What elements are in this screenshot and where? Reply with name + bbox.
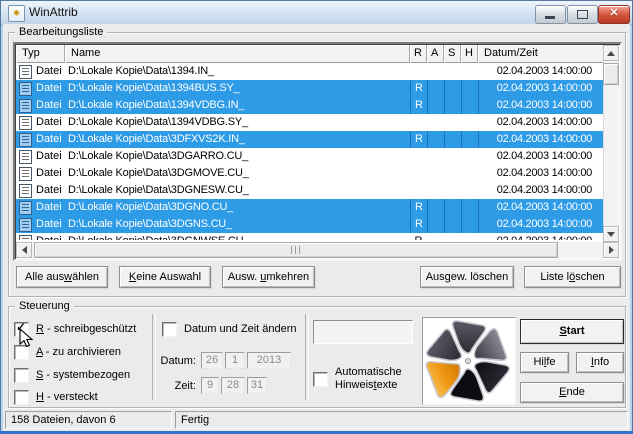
scroll-left-button[interactable] — [16, 242, 32, 258]
time-minute-field[interactable]: 28 — [221, 377, 245, 394]
exit-button[interactable]: Ende — [520, 382, 624, 403]
scroll-down-button[interactable] — [603, 226, 619, 242]
checkbox-hidden[interactable]: ✓ H - versteckt — [14, 390, 98, 405]
checkbox-readonly[interactable]: ✓ R - schreibgeschützt — [14, 322, 136, 337]
table-row[interactable]: DateiD:\Lokale Kopie\Data\1394VDBG.IN_R0… — [16, 97, 603, 114]
column-header-datum-zeit[interactable]: Datum/Zeit — [478, 45, 603, 63]
file-icon — [19, 116, 32, 130]
select-all-button[interactable]: Alle auswählen — [16, 266, 108, 288]
file-icon — [19, 99, 32, 113]
time-label: Zeit: — [156, 380, 196, 392]
status-bar: 158 Dateien, davon 6 ausgewählt Fertig — [3, 409, 630, 431]
column-header-typ[interactable]: Typ — [16, 45, 65, 63]
list-header: Typ Name R A S H Datum/Zeit — [16, 45, 603, 63]
checkbox-box: ✓ — [14, 368, 29, 383]
checkbox-system[interactable]: ✓ S - systembezogen — [14, 368, 130, 383]
arrow-up-icon — [607, 51, 615, 56]
table-row[interactable]: DateiD:\Lokale Kopie\Data\3DGNS.CU_R02.0… — [16, 216, 603, 233]
vertical-scrollbar[interactable] — [603, 45, 619, 242]
close-button[interactable]: ✕ — [598, 5, 630, 24]
checkbox-archive[interactable]: ✓ A - zu archivieren — [14, 345, 121, 360]
pinwheel-icon — [423, 318, 513, 402]
checkbox-box: ✓ — [14, 322, 29, 337]
file-icon — [19, 235, 32, 240]
window-title: WinAttrib — [29, 5, 78, 19]
help-button[interactable]: Hilfe — [520, 352, 569, 373]
table-row[interactable]: DateiD:\Lokale Kopie\Data\3DGARRO.CU_02.… — [16, 148, 603, 165]
separator — [305, 314, 309, 400]
table-row[interactable]: DateiD:\Lokale Kopie\Data\3DGNO.CU_R02.0… — [16, 199, 603, 216]
file-icon — [19, 133, 32, 147]
column-header-s[interactable]: S — [444, 45, 461, 63]
checkbox-box: ✓ — [313, 372, 328, 387]
info-button[interactable]: Info — [576, 352, 624, 373]
time-hour-field[interactable]: 9 — [201, 377, 219, 394]
clear-list-button[interactable]: Liste löschen — [524, 266, 621, 288]
arrow-right-icon — [609, 246, 614, 254]
table-row[interactable]: DateiD:\Lokale Kopie\Data\3DGMOVE.CU_02.… — [16, 165, 603, 182]
title-bar[interactable]: ✸ WinAttrib ✕ — [1, 1, 632, 25]
invert-selection-button[interactable]: Ausw. umkehren — [222, 266, 315, 288]
progress-panel — [313, 320, 413, 344]
file-icon — [19, 150, 32, 164]
close-icon: ✕ — [609, 7, 618, 19]
check-icon: ✓ — [16, 320, 26, 334]
file-list[interactable]: Typ Name R A S H Datum/Zeit DateiD:\Loka… — [13, 42, 622, 261]
select-none-button[interactable]: Keine Auswahl — [119, 266, 211, 288]
winattrib-window: ✸ WinAttrib ✕ Bearbeitungsliste Typ Name… — [0, 0, 633, 434]
date-day-field[interactable]: 26 — [201, 352, 223, 369]
status-state: Fertig — [175, 411, 628, 429]
scroll-grip-icon — [291, 246, 302, 254]
control-group-label: Steuerung — [15, 300, 74, 313]
date-label: Datum: — [156, 355, 196, 367]
column-header-h[interactable]: H — [461, 45, 478, 63]
table-row[interactable]: DateiD:\Lokale Kopie\Data\1394BUS.SY_R02… — [16, 80, 603, 97]
table-row[interactable]: DateiD:\Lokale Kopie\Data\3DFXVS2K.IN_R0… — [16, 131, 603, 148]
arrow-left-icon — [22, 246, 27, 254]
minimize-icon — [545, 16, 555, 19]
column-header-a[interactable]: A — [427, 45, 444, 63]
column-header-r[interactable]: R — [410, 45, 427, 63]
file-icon — [19, 65, 32, 79]
delete-selected-button[interactable]: Ausgew. löschen — [420, 266, 514, 288]
checkbox-change-datetime[interactable]: ✓ Datum und Zeit ändern — [162, 322, 297, 337]
date-month-field[interactable]: 1 — [225, 352, 245, 369]
time-second-field[interactable]: 31 — [247, 377, 267, 394]
maximize-button[interactable] — [567, 5, 598, 24]
table-row[interactable]: DateiD:\Lokale Kopie\Data\1394VDBG.SY_02… — [16, 114, 603, 131]
start-button[interactable]: Start — [520, 319, 624, 344]
table-row[interactable]: DateiD:\Lokale Kopie\Data\1394.IN_02.04.… — [16, 63, 603, 80]
checkbox-box: ✓ — [14, 390, 29, 405]
file-icon — [19, 167, 32, 181]
file-icon — [19, 82, 32, 96]
minimize-button[interactable] — [535, 5, 566, 24]
scroll-up-button[interactable] — [603, 45, 619, 61]
file-icon — [19, 218, 32, 232]
file-icon — [19, 201, 32, 215]
date-year-field[interactable]: 2013 — [247, 352, 291, 369]
file-icon — [19, 184, 32, 198]
checkbox-box: ✓ — [14, 345, 29, 360]
status-file-count: 158 Dateien, davon 6 ausgewählt — [5, 411, 172, 429]
checkbox-auto-hints[interactable]: ✓ Automatische Hinweistexte — [313, 366, 402, 392]
list-group-label: Bearbeitungsliste — [15, 26, 107, 39]
table-row[interactable]: DateiD:\Lokale Kopie\Data\3DGNWSE.CU_R02… — [16, 233, 603, 240]
maximize-icon — [577, 10, 588, 19]
vertical-scroll-thumb[interactable] — [603, 63, 619, 85]
table-row[interactable]: DateiD:\Lokale Kopie\Data\3DGNESW.CU_02.… — [16, 182, 603, 199]
arrow-down-icon — [607, 232, 615, 237]
horizontal-scrollbar[interactable] — [16, 242, 619, 258]
app-icon[interactable]: ✸ — [8, 5, 25, 22]
checkbox-box: ✓ — [162, 322, 177, 337]
list-rows: DateiD:\Lokale Kopie\Data\1394.IN_02.04.… — [16, 63, 603, 240]
pinwheel-logo — [422, 317, 516, 405]
scroll-right-button[interactable] — [603, 242, 619, 258]
column-header-name[interactable]: Name — [65, 45, 410, 63]
horizontal-scroll-thumb[interactable] — [34, 242, 558, 258]
